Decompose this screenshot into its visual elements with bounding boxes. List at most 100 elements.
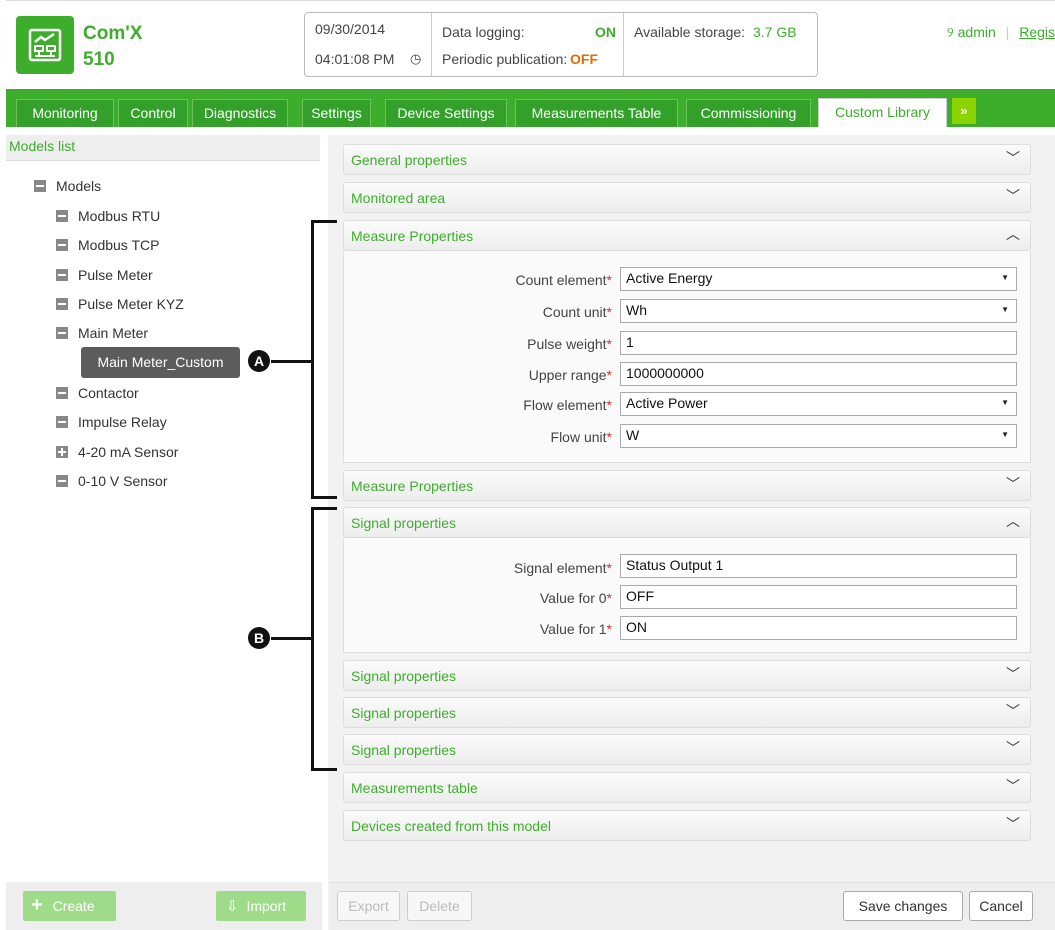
tree-item-modbus-tcp[interactable]: Modbus TCP bbox=[56, 236, 159, 254]
section-measure-properties-expanded[interactable]: Measure Properties ︿ bbox=[343, 220, 1031, 251]
chevron-down-icon[interactable]: ﹀ bbox=[1006, 474, 1020, 494]
tree-item-pulse-meter[interactable]: Pulse Meter bbox=[56, 266, 153, 284]
value-for-0-input[interactable]: OFF bbox=[620, 585, 1017, 609]
chevron-down-icon[interactable]: ﹀ bbox=[1006, 776, 1020, 796]
collapse-icon[interactable] bbox=[56, 298, 68, 310]
section-title: General properties bbox=[351, 152, 467, 168]
value-for-1-input[interactable]: ON bbox=[620, 616, 1017, 640]
product-name-line2: 510 bbox=[83, 49, 115, 70]
import-button-label: Import bbox=[246, 898, 287, 914]
chevron-down-icon[interactable]: ﹀ bbox=[1006, 186, 1020, 206]
count-element-select[interactable]: Active Energy ▼ bbox=[620, 267, 1017, 291]
tree-item-0-10-v-sensor[interactable]: 0-10 V Sensor bbox=[56, 472, 168, 490]
section-title: Devices created from this model bbox=[351, 818, 551, 834]
tab-settings[interactable]: Settings bbox=[302, 99, 371, 127]
comx-logo bbox=[16, 16, 74, 74]
tab-commissioning[interactable]: Commissioning bbox=[686, 99, 811, 127]
section-title: Measurements table bbox=[351, 780, 478, 796]
collapse-icon[interactable] bbox=[56, 210, 68, 222]
tree-item-pulse-meter-kyz[interactable]: Pulse Meter KYZ bbox=[56, 295, 184, 313]
tab-device-settings[interactable]: Device Settings bbox=[385, 99, 507, 127]
tree-item-modbus-rtu[interactable]: Modbus RTU bbox=[56, 207, 160, 225]
tree-item-4-20-ma-sensor[interactable]: 4-20 mA Sensor bbox=[56, 443, 178, 461]
tab-control[interactable]: Control bbox=[118, 99, 188, 127]
chevron-down-icon[interactable]: ﹀ bbox=[1006, 738, 1020, 758]
tab-measurements-table[interactable]: Measurements Table bbox=[515, 99, 678, 127]
cancel-button[interactable]: Cancel bbox=[969, 891, 1033, 921]
tab-diagnostics[interactable]: Diagnostics bbox=[192, 99, 288, 127]
chevron-up-icon[interactable]: ︿ bbox=[1006, 224, 1020, 244]
tree-item-main-meter[interactable]: Main Meter bbox=[56, 324, 148, 342]
models-panel bbox=[6, 135, 322, 930]
tree-item-contactor[interactable]: Contactor bbox=[56, 384, 139, 402]
save-changes-button[interactable]: Save changes bbox=[843, 891, 963, 921]
section-devices-created[interactable]: Devices created from this model ﹀ bbox=[343, 810, 1031, 841]
data-logging-label: Data logging: bbox=[442, 24, 525, 40]
section-general-properties[interactable]: General properties ﹀ bbox=[343, 144, 1031, 175]
upper-range-input[interactable]: 1000000000 bbox=[620, 362, 1017, 386]
collapse-icon[interactable] bbox=[56, 327, 68, 339]
register-link[interactable]: Regis bbox=[1019, 24, 1055, 40]
pulse-weight-input[interactable]: 1 bbox=[620, 331, 1017, 355]
tree-item-label: Modbus RTU bbox=[78, 208, 161, 224]
network-logo-icon bbox=[28, 28, 62, 62]
section-measure-properties-collapsed[interactable]: Measure Properties ﹀ bbox=[343, 470, 1031, 501]
tab-monitoring[interactable]: Monitoring bbox=[16, 99, 114, 127]
user-area: ୨ admin | Regis bbox=[947, 24, 1055, 41]
section-measurements-table[interactable]: Measurements table ﹀ bbox=[343, 772, 1031, 803]
value-for-1-label: Value for 1* bbox=[539, 621, 612, 637]
signal-element-label: Signal element* bbox=[513, 560, 612, 576]
chevron-down-icon[interactable]: ﹀ bbox=[1006, 148, 1020, 168]
collapse-icon[interactable] bbox=[56, 387, 68, 399]
chevron-down-icon[interactable]: ﹀ bbox=[1006, 664, 1020, 684]
section-signal-properties-4[interactable]: Signal properties ﹀ bbox=[343, 734, 1031, 765]
storage-cell: Available storage: 3.7 GB bbox=[624, 13, 817, 76]
admin-link[interactable]: admin bbox=[958, 24, 996, 40]
section-monitored-area[interactable]: Monitored area ﹀ bbox=[343, 182, 1031, 213]
chevron-down-icon[interactable]: ﹀ bbox=[1006, 814, 1020, 834]
tree-item-main-meter-custom[interactable]: Main Meter_Custom bbox=[81, 347, 240, 378]
clock-icon: ◷ bbox=[410, 51, 422, 66]
count-element-label: Count element* bbox=[515, 272, 612, 288]
tab-more-button[interactable]: » bbox=[952, 98, 976, 124]
dropdown-caret-icon: ▼ bbox=[1001, 398, 1009, 407]
collapse-icon[interactable] bbox=[56, 239, 68, 251]
tree-item-impulse-relay[interactable]: Impulse Relay bbox=[56, 413, 167, 431]
product-name: Com'X 510 bbox=[83, 21, 142, 73]
tree-item-label: 0-10 V Sensor bbox=[78, 473, 168, 489]
export-button[interactable]: Export bbox=[337, 891, 400, 921]
section-signal-properties-3[interactable]: Signal properties ﹀ bbox=[343, 697, 1031, 728]
section-title: Measure Properties bbox=[351, 478, 474, 494]
tree-item-label: Pulse Meter bbox=[78, 267, 153, 283]
collapse-icon[interactable] bbox=[56, 269, 68, 281]
bracket-a-top bbox=[311, 220, 337, 223]
bracket-b-pointer bbox=[271, 637, 313, 640]
flow-element-select[interactable]: Active Power ▼ bbox=[620, 392, 1017, 416]
section-signal-properties-2[interactable]: Signal properties ﹀ bbox=[343, 660, 1031, 691]
collapse-icon[interactable] bbox=[56, 475, 68, 487]
annotation-b-marker: B bbox=[248, 627, 270, 649]
plus-icon: + bbox=[31, 894, 43, 916]
chevron-up-icon[interactable]: ︿ bbox=[1006, 511, 1020, 531]
collapse-icon[interactable] bbox=[56, 416, 68, 428]
dropdown-caret-icon: ▼ bbox=[1001, 430, 1009, 439]
tree-item-label: Pulse Meter KYZ bbox=[78, 296, 184, 312]
tab-custom-library[interactable]: Custom Library bbox=[818, 98, 947, 127]
import-button[interactable]: ⇩ Import bbox=[216, 891, 306, 921]
periodic-publication-label: Periodic publication: bbox=[442, 51, 568, 67]
signal-element-input[interactable]: Status Output 1 bbox=[620, 554, 1017, 578]
pulse-weight-label: Pulse weight* bbox=[527, 336, 612, 352]
flow-unit-select[interactable]: W ▼ bbox=[620, 424, 1017, 448]
bracket-a-pointer bbox=[271, 360, 313, 363]
section-signal-properties-expanded[interactable]: Signal properties ︿ bbox=[343, 507, 1031, 538]
delete-button[interactable]: Delete bbox=[407, 891, 472, 921]
section-title: Measure Properties bbox=[351, 228, 474, 244]
chevron-down-icon[interactable]: ﹀ bbox=[1006, 701, 1020, 721]
count-unit-select[interactable]: Wh ▼ bbox=[620, 299, 1017, 323]
create-button[interactable]: + Create bbox=[23, 891, 116, 921]
collapse-icon[interactable] bbox=[34, 180, 46, 192]
tree-root-models[interactable]: Models bbox=[34, 177, 101, 195]
expand-icon[interactable] bbox=[56, 446, 68, 458]
section-title: Signal properties bbox=[351, 705, 457, 721]
product-name-line1: Com'X bbox=[83, 23, 143, 44]
